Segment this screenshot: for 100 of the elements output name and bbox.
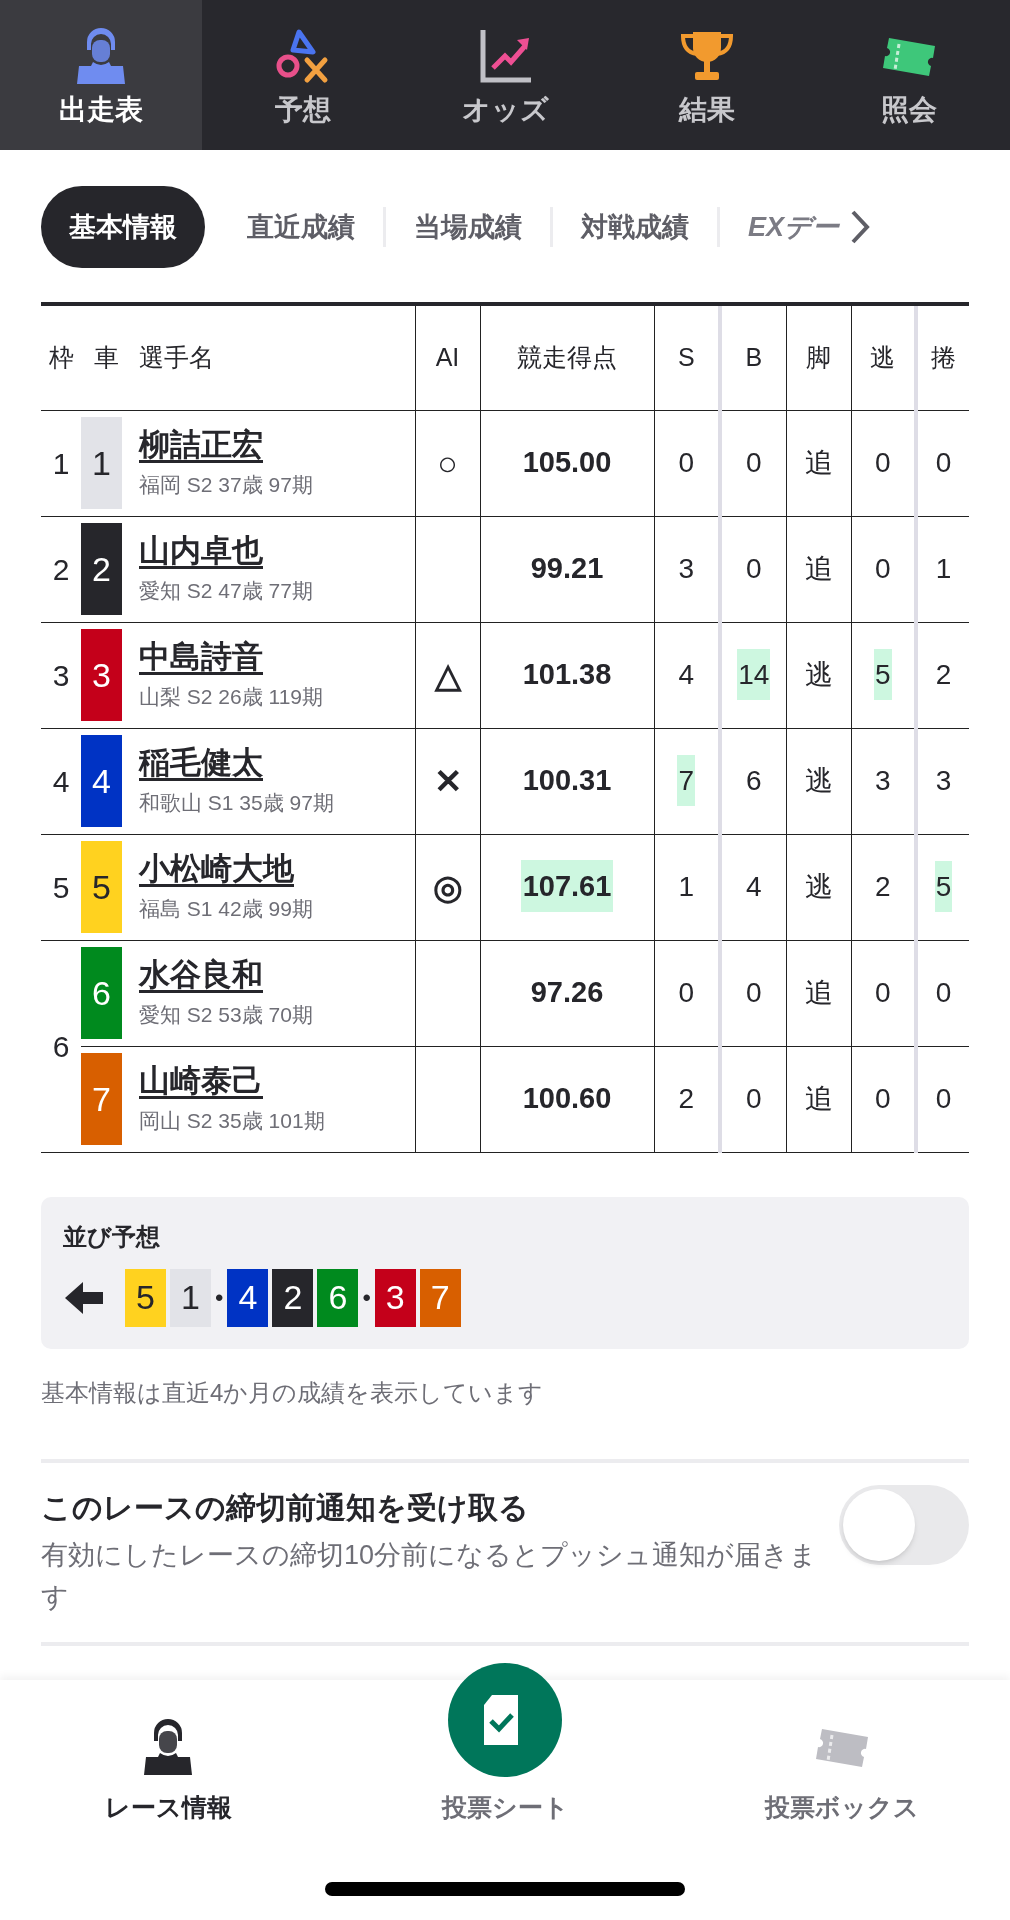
sub-tab[interactable]: 当場成績: [386, 186, 550, 268]
nav-tab[interactable]: 予想: [202, 0, 404, 150]
panel-title: 並び予想: [63, 1221, 160, 1252]
stat-value: 0: [873, 976, 892, 1010]
stat-value: 逃: [803, 658, 834, 692]
sub-tab[interactable]: 直近成績: [219, 186, 383, 268]
score-value: 97.26: [529, 975, 605, 1011]
column-header: 逃: [870, 343, 896, 371]
column-header: 車: [93, 343, 119, 371]
stat-value: 追: [803, 976, 834, 1010]
sub-tab[interactable]: 基本情報: [41, 186, 205, 268]
stat-value: 0: [677, 446, 696, 480]
stat-value: 3: [934, 764, 953, 798]
bottom-nav-item[interactable]: 投票シート: [336, 1640, 674, 1830]
stat-value: 2: [677, 1082, 696, 1116]
stat-value: 0: [873, 552, 892, 586]
frame-number: 5: [52, 870, 70, 904]
frame-number: 2: [52, 552, 70, 586]
column-header: B: [745, 343, 763, 371]
score-value: 99.21: [529, 551, 605, 587]
column-header: 競走得点: [517, 343, 617, 371]
stat-value: 0: [934, 1082, 953, 1116]
stat-value: 7: [677, 755, 696, 806]
score-value: 100.60: [521, 1081, 613, 1117]
stat-value: 2: [873, 870, 892, 904]
rider-info: 愛知 S2 53歳 70期: [139, 1002, 313, 1029]
notification-description: 有効にしたレースの締切10分前になるとプッシュ通知が届きます: [41, 1538, 819, 1614]
stat-value: 追: [803, 446, 834, 480]
ai-mark: ◎: [432, 867, 463, 906]
bottom-nav-item[interactable]: 投票ボックス: [673, 1680, 1010, 1830]
car-number-badge: 7: [419, 1268, 461, 1327]
column-header: S: [677, 343, 695, 371]
rider-name[interactable]: 柳詰正宏: [139, 425, 263, 466]
stat-value: 0: [744, 1082, 763, 1116]
column-header: 捲: [931, 343, 956, 371]
nav-tab[interactable]: オッズ: [404, 0, 606, 150]
rider-name[interactable]: 水谷良和: [139, 955, 263, 996]
car-number-badge: 1: [170, 1268, 211, 1327]
rider-info: 和歌山 S1 35歳 97期: [139, 790, 334, 817]
frame-number: 3: [52, 658, 70, 692]
stat-value: 逃: [803, 870, 834, 904]
ai-mark: ○: [437, 443, 458, 482]
nav-tab[interactable]: 結果: [606, 0, 808, 150]
rider-info: 岡山 S2 35歳 101期: [139, 1108, 325, 1135]
stat-value: 追: [803, 552, 834, 586]
stat-value: 0: [744, 446, 763, 480]
car-number-badge: 4: [227, 1268, 269, 1327]
stat-value: 1: [934, 552, 953, 586]
rider-name[interactable]: 中島詩音: [139, 637, 263, 678]
bottom-nav-item[interactable]: レース情報: [0, 1680, 337, 1830]
sub-tab[interactable]: EXデー: [720, 186, 844, 268]
rider-info: 愛知 S2 47歳 77期: [139, 578, 313, 605]
stat-value: 追: [803, 1082, 834, 1116]
car-number-badge: 3: [81, 629, 122, 721]
stat-value: 1: [677, 870, 696, 904]
rider-info: 福島 S1 42歳 99期: [139, 896, 313, 923]
car-number-badge: 4: [81, 735, 122, 827]
car-number-badge: 3: [374, 1268, 416, 1327]
stat-value: 0: [934, 446, 953, 480]
score-value: 107.61: [520, 860, 614, 913]
stat-value: 4: [677, 658, 696, 692]
stat-value: 0: [677, 976, 696, 1010]
sub-tab[interactable]: 対戦成績: [553, 186, 717, 268]
rider-info: 山梨 S2 26歳 119期: [139, 684, 324, 711]
stat-value: 2: [934, 658, 953, 692]
notification-title: このレースの締切前通知を受け取る: [41, 1489, 530, 1526]
note-text: 基本情報は直近4か月の成績を表示しています: [41, 1377, 545, 1408]
stat-value: 0: [744, 976, 763, 1010]
separator-dot: •: [215, 1282, 224, 1313]
separator-dot: •: [362, 1282, 371, 1313]
score-value: 105.00: [521, 445, 613, 481]
car-number-badge: 5: [125, 1268, 166, 1327]
stat-value: 0: [873, 1082, 892, 1116]
stat-value: 14: [737, 649, 771, 700]
stat-value: 6: [744, 764, 763, 798]
stat-value: 0: [873, 446, 892, 480]
stat-value: 4: [744, 870, 763, 904]
stat-value: 0: [744, 552, 763, 586]
stat-value: 逃: [803, 764, 834, 798]
car-number-badge: 7: [81, 1053, 122, 1145]
rider-info: 福岡 S2 37歳 97期: [139, 472, 313, 499]
score-value: 100.31: [521, 763, 613, 799]
column-header: AI: [435, 343, 460, 371]
column-header: 選手名: [139, 343, 214, 371]
chevron-right-icon[interactable]: [849, 208, 872, 246]
rider-name[interactable]: 稲毛健太: [139, 743, 263, 784]
car-number-badge: 5: [81, 841, 122, 933]
car-number-badge: 6: [317, 1268, 359, 1327]
rider-name[interactable]: 山内卓也: [139, 531, 263, 572]
car-number-badge: 2: [81, 523, 122, 615]
nav-tab[interactable]: 照会: [808, 0, 1010, 150]
ai-mark: ✕: [433, 761, 462, 800]
rider-name[interactable]: 山崎泰己: [139, 1061, 263, 1102]
rider-name[interactable]: 小松崎大地: [139, 849, 294, 890]
stat-value: 0: [934, 976, 953, 1010]
ai-mark: △: [434, 655, 461, 694]
nav-tab[interactable]: 出走表: [0, 0, 202, 150]
car-number-badge: 6: [81, 947, 122, 1039]
frame-number: 4: [52, 764, 70, 798]
stat-value: 5: [873, 649, 892, 700]
